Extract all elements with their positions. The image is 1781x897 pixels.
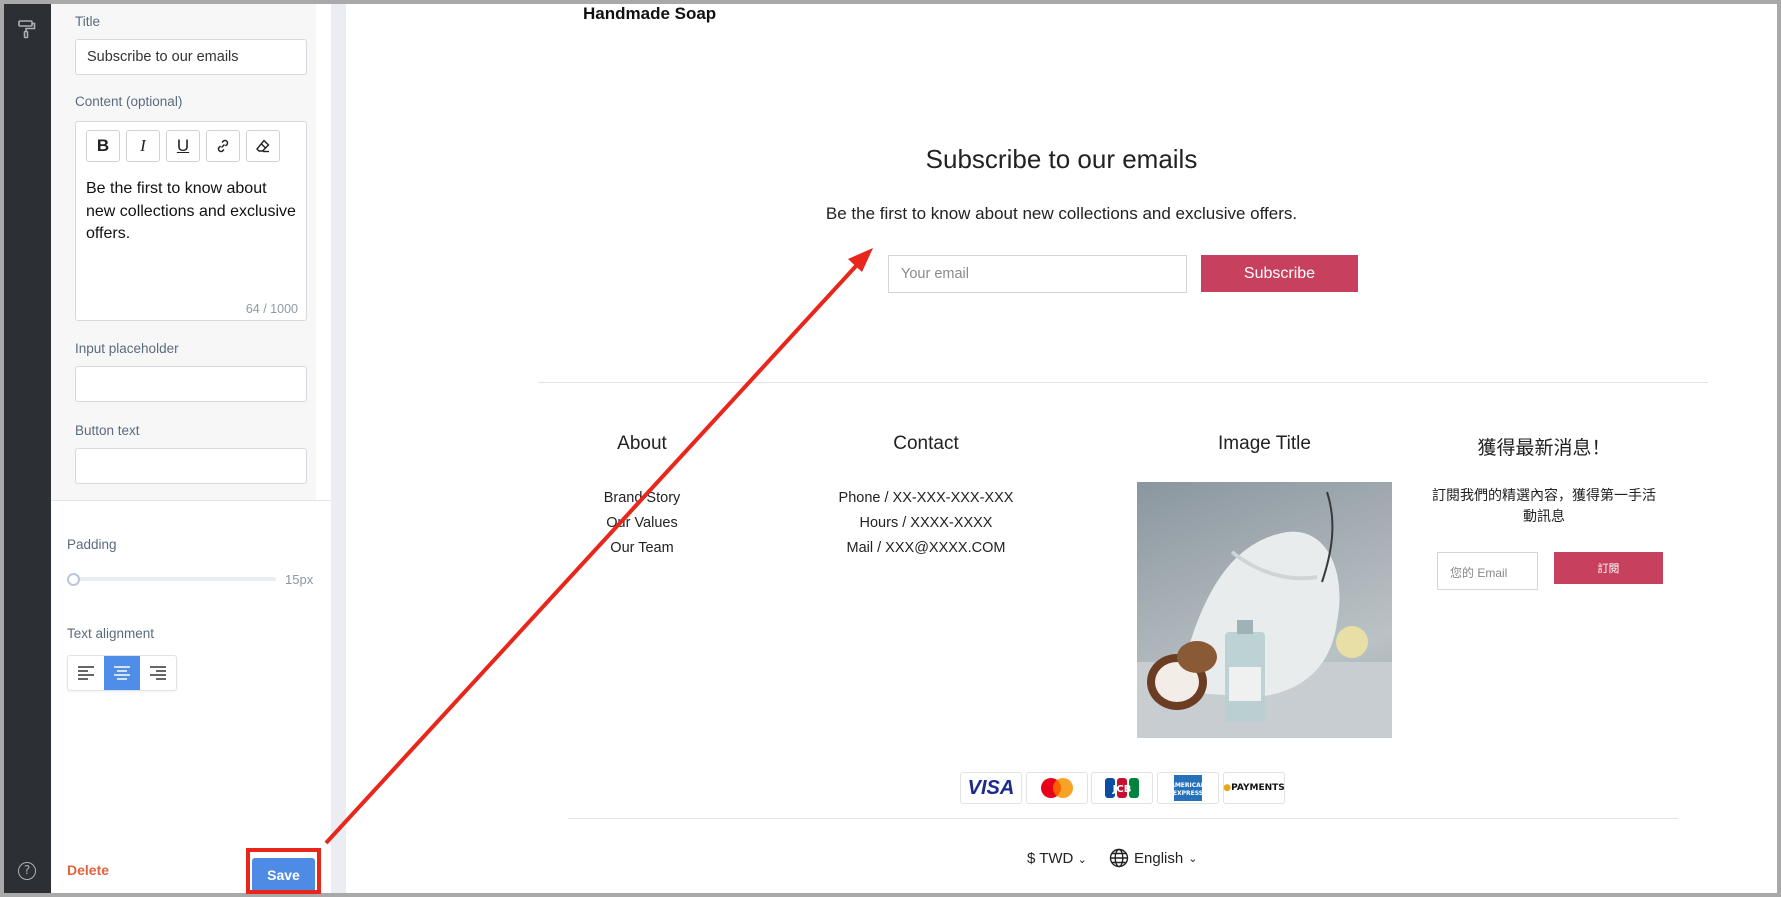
align-center-button[interactable]	[104, 656, 140, 690]
underline-button[interactable]: U	[166, 130, 200, 162]
title-field[interactable]: Subscribe to our emails	[75, 39, 307, 75]
store-preview: Handmade Soap Subscribe to our emails Be…	[346, 4, 1777, 893]
jcb-icon: JCB	[1091, 772, 1153, 804]
news-title: 獲得最新消息！	[1477, 438, 1611, 459]
about-link-our-values[interactable]: Our Values	[558, 515, 726, 531]
placeholder-label: Input placeholder	[75, 341, 179, 356]
save-highlight-box	[246, 848, 321, 894]
help-icon[interactable]: ?	[16, 860, 38, 882]
content-editor[interactable]: B I U Be the first to know about new col…	[75, 121, 307, 321]
button-text-label: Button text	[75, 423, 140, 438]
subscribe-text: Be the first to know about new collectio…	[825, 204, 1298, 223]
about-title: About	[617, 433, 667, 454]
currency-label: $ TWD	[1027, 850, 1074, 867]
subscribe-button[interactable]: Subscribe	[1201, 255, 1358, 292]
about-link-brand-story[interactable]: Brand Story	[558, 490, 726, 506]
product-image	[1137, 482, 1392, 738]
contact-mail: Mail / XXX@XXXX.COM	[846, 540, 1006, 556]
content-text[interactable]: Be the first to know about new collectio…	[86, 178, 298, 246]
payments-icon: ●PAYMENTS	[1223, 772, 1285, 804]
alignment-label: Text alignment	[67, 626, 155, 641]
amex-icon: AMERICANEXPRESS	[1157, 772, 1219, 804]
chevron-down-icon: ⌄	[1077, 854, 1087, 866]
bold-button[interactable]: B	[86, 130, 120, 162]
title-label: Title	[75, 14, 101, 29]
mastercard-icon	[1026, 772, 1088, 804]
padding-value: 15px	[285, 572, 314, 587]
link-button[interactable]	[206, 130, 240, 162]
eraser-icon	[256, 139, 270, 153]
contact-phone: Phone / XX-XXX-XXX-XXX	[838, 490, 1014, 506]
globe-icon	[1109, 848, 1129, 868]
link-icon	[217, 139, 229, 153]
left-rail: ?	[4, 4, 51, 893]
preview-gutter	[331, 4, 346, 893]
brand-name[interactable]: Handmade Soap	[583, 4, 716, 24]
contact-hours: Hours / XXXX-XXXX	[859, 515, 993, 531]
about-link-our-team[interactable]: Our Team	[558, 540, 726, 556]
content-label: Content (optional)	[75, 94, 183, 109]
clear-format-button[interactable]	[246, 130, 280, 162]
footer-divider	[538, 382, 1708, 383]
footer-bottom-divider	[568, 818, 1678, 819]
image-title: Image Title	[1218, 433, 1311, 454]
editor-panel: Title Subscribe to our emails Content (o…	[51, 4, 331, 893]
align-left-icon	[78, 666, 94, 680]
section-divider	[51, 500, 331, 501]
paint-roller-icon[interactable]	[16, 18, 38, 40]
placeholder-field[interactable]	[75, 366, 307, 402]
svg-text:EXPRESS: EXPRESS	[1173, 790, 1203, 797]
svg-text:AMERICAN: AMERICAN	[1173, 782, 1203, 789]
padding-label: Padding	[67, 537, 117, 552]
align-right-button[interactable]	[140, 656, 176, 690]
char-count: 64 / 1000	[245, 302, 298, 316]
news-subscribe-button[interactable]: 訂閱	[1554, 552, 1663, 584]
padding-slider-track[interactable]	[71, 577, 276, 581]
align-right-icon	[150, 666, 166, 680]
currency-selector[interactable]: $ TWD ⌄	[1027, 850, 1087, 867]
chevron-down-icon: ⌄	[1188, 852, 1198, 865]
svg-text:JCB: JCB	[1112, 784, 1132, 795]
italic-button[interactable]: I	[126, 130, 160, 162]
visa-icon: VISA	[960, 772, 1022, 804]
button-text-field[interactable]	[75, 448, 307, 484]
contact-title: Contact	[893, 433, 959, 454]
align-left-button[interactable]	[68, 656, 104, 690]
alignment-group	[67, 655, 177, 691]
language-label: English	[1134, 849, 1184, 867]
align-center-icon	[114, 666, 130, 680]
news-email-input[interactable]: 您的 Email	[1437, 552, 1538, 590]
delete-button[interactable]: Delete	[67, 862, 109, 878]
news-text: 訂閱我們的精選內容，獲得第一手活動訊息	[1432, 487, 1656, 524]
language-selector[interactable]: English ⌄	[1109, 848, 1197, 868]
subscribe-title: Subscribe to our emails	[925, 144, 1198, 174]
rte-toolbar: B I U	[86, 130, 280, 162]
email-input[interactable]: Your email	[888, 255, 1187, 293]
padding-slider-knob[interactable]	[67, 573, 80, 586]
